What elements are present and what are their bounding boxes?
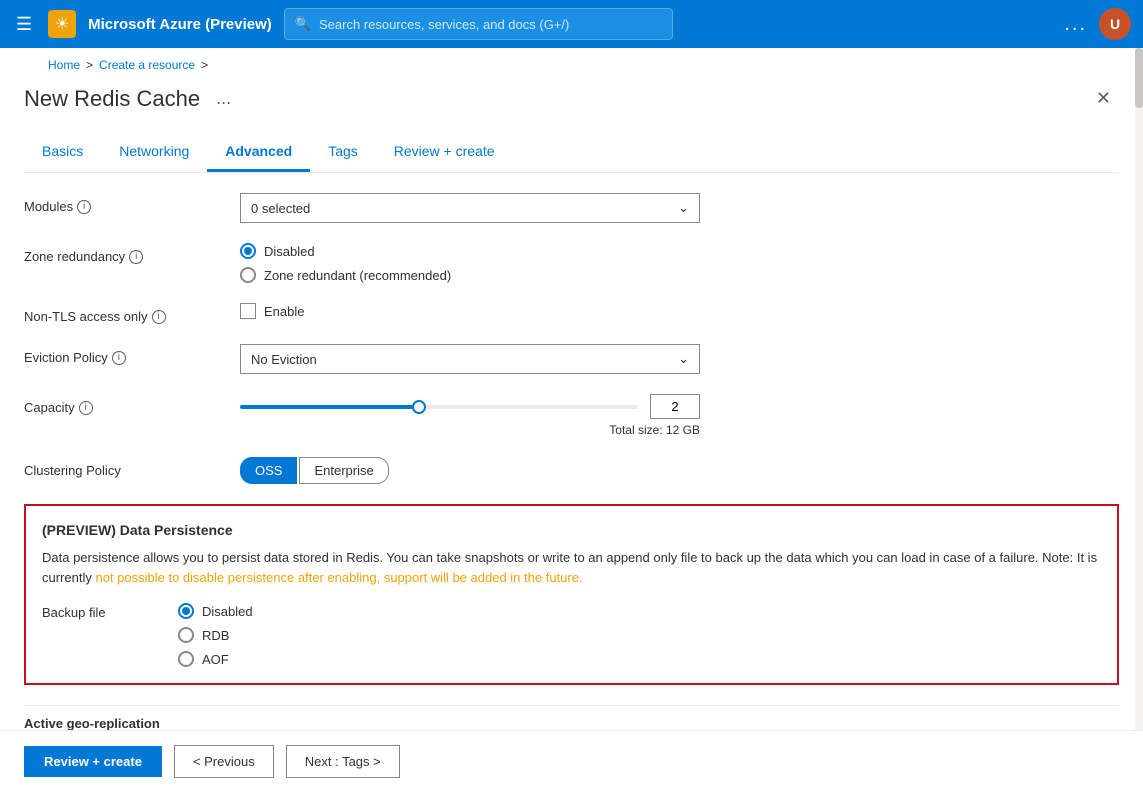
eviction-policy-chevron: ⌄: [678, 351, 689, 367]
non-tls-checkbox-item[interactable]: Enable: [240, 303, 700, 319]
clustering-policy-label: Clustering Policy: [24, 457, 224, 478]
breadcrumb-create-resource[interactable]: Create a resource: [99, 58, 195, 72]
next-button[interactable]: Next : Tags >: [286, 745, 400, 778]
non-tls-control: Enable: [240, 303, 700, 319]
capacity-slider-thumb[interactable]: [412, 400, 426, 414]
page-title: New Redis Cache: [24, 86, 200, 112]
backup-rdb-radio[interactable]: [178, 627, 194, 643]
non-tls-checkbox-label: Enable: [264, 304, 304, 319]
search-icon: 🔍: [295, 16, 311, 32]
action-bar: Review + create < Previous Next : Tags >: [0, 730, 1143, 792]
backup-aof-radio[interactable]: [178, 651, 194, 667]
close-button[interactable]: ✕: [1088, 84, 1119, 113]
backup-rdb-label: RDB: [202, 628, 229, 643]
backup-disabled-label: Disabled: [202, 604, 253, 619]
tabs-container: Basics Networking Advanced Tags Review +…: [24, 133, 1119, 173]
backup-rdb-option[interactable]: RDB: [178, 627, 253, 643]
modules-dropdown-chevron: ⌄: [678, 200, 689, 216]
capacity-slider-track[interactable]: [240, 405, 638, 409]
zone-redundancy-info-icon[interactable]: i: [129, 250, 143, 264]
panel-header: New Redis Cache ... ✕: [24, 76, 1119, 113]
tab-tags[interactable]: Tags: [310, 133, 376, 172]
non-tls-row: Non-TLS access only i Enable: [24, 303, 1119, 324]
zone-redundancy-redundant-option[interactable]: Zone redundant (recommended): [240, 267, 700, 283]
non-tls-info-icon[interactable]: i: [152, 310, 166, 324]
topbar: ☰ ☀ Microsoft Azure (Preview) 🔍 Search r…: [0, 0, 1143, 48]
capacity-value[interactable]: 2: [650, 394, 700, 419]
search-bar[interactable]: 🔍 Search resources, services, and docs (…: [284, 8, 673, 40]
backup-disabled-option[interactable]: Disabled: [178, 603, 253, 619]
more-options-icon[interactable]: ...: [1064, 13, 1087, 36]
zone-redundancy-row: Zone redundancy i Disabled Zone redundan…: [24, 243, 1119, 283]
zone-redundancy-radio-group: Disabled Zone redundant (recommended): [240, 243, 700, 283]
backup-file-label: Backup file: [42, 603, 162, 667]
non-tls-label: Non-TLS access only i: [24, 303, 224, 324]
eviction-policy-value: No Eviction: [251, 352, 317, 367]
modules-value: 0 selected: [251, 201, 310, 216]
panel-options-icon[interactable]: ...: [216, 88, 231, 109]
capacity-slider-fill: [240, 405, 419, 409]
scrollbar-thumb[interactable]: [1135, 48, 1143, 108]
zone-redundancy-redundant-radio[interactable]: [240, 267, 256, 283]
non-tls-checkbox[interactable]: [240, 303, 256, 319]
clustering-oss-button[interactable]: OSS: [240, 457, 297, 484]
azure-logo-icon: ☀: [48, 10, 76, 38]
eviction-policy-row: Eviction Policy i No Eviction ⌄: [24, 344, 1119, 374]
capacity-label: Capacity i: [24, 394, 224, 415]
zone-redundancy-disabled-option[interactable]: Disabled: [240, 243, 700, 259]
review-create-button[interactable]: Review + create: [24, 746, 162, 777]
eviction-policy-label: Eviction Policy i: [24, 344, 224, 365]
backup-file-row: Backup file Disabled RDB AOF: [42, 603, 1101, 667]
app-title: Microsoft Azure (Preview): [88, 16, 272, 33]
breadcrumb: Home > Create a resource >: [24, 48, 1119, 76]
modules-info-icon[interactable]: i: [77, 200, 91, 214]
avatar[interactable]: U: [1099, 8, 1131, 40]
capacity-total-size: Total size: 12 GB: [240, 423, 700, 437]
clustering-policy-row: Clustering Policy OSS Enterprise: [24, 457, 1119, 484]
eviction-policy-info-icon[interactable]: i: [112, 351, 126, 365]
data-persistence-box: (PREVIEW) Data Persistence Data persiste…: [24, 504, 1119, 685]
tab-review-create[interactable]: Review + create: [376, 133, 513, 172]
breadcrumb-sep2: >: [201, 58, 208, 72]
backup-disabled-radio[interactable]: [178, 603, 194, 619]
modules-dropdown[interactable]: 0 selected ⌄: [240, 193, 700, 223]
persistence-title: (PREVIEW) Data Persistence: [42, 522, 1101, 538]
breadcrumb-sep1: >: [86, 58, 93, 72]
zone-redundancy-disabled-radio[interactable]: [240, 243, 256, 259]
capacity-info-icon[interactable]: i: [79, 401, 93, 415]
persistence-desc-highlight: not possible to disable persistence afte…: [95, 570, 582, 585]
zone-redundancy-redundant-label: Zone redundant (recommended): [264, 268, 451, 283]
persistence-description: Data persistence allows you to persist d…: [42, 548, 1101, 587]
capacity-row: Capacity i 2 Total size: 12 GB: [24, 394, 1119, 437]
zone-redundancy-label: Zone redundancy i: [24, 243, 224, 264]
capacity-control: 2 Total size: 12 GB: [240, 394, 700, 437]
previous-button[interactable]: < Previous: [174, 745, 274, 778]
search-placeholder: Search resources, services, and docs (G+…: [319, 17, 569, 32]
scrollbar-track[interactable]: [1135, 48, 1143, 792]
geo-replication-label: Active geo-replication: [24, 716, 160, 731]
clustering-policy-toggle: OSS Enterprise: [240, 457, 700, 484]
backup-aof-label: AOF: [202, 652, 229, 667]
eviction-policy-dropdown[interactable]: No Eviction ⌄: [240, 344, 700, 374]
tab-advanced[interactable]: Advanced: [207, 133, 310, 172]
main-panel: Home > Create a resource > New Redis Cac…: [0, 48, 1143, 792]
modules-control: 0 selected ⌄: [240, 193, 700, 223]
modules-label: Modules i: [24, 193, 224, 214]
zone-redundancy-control: Disabled Zone redundant (recommended): [240, 243, 700, 283]
form-area: Modules i 0 selected ⌄ Zone redundancy i: [24, 173, 1119, 761]
hamburger-icon[interactable]: ☰: [12, 10, 36, 39]
tab-basics[interactable]: Basics: [24, 133, 101, 172]
zone-redundancy-disabled-label: Disabled: [264, 244, 315, 259]
backup-file-radio-group: Disabled RDB AOF: [178, 603, 253, 667]
modules-row: Modules i 0 selected ⌄: [24, 193, 1119, 223]
clustering-policy-control: OSS Enterprise: [240, 457, 700, 484]
backup-aof-option[interactable]: AOF: [178, 651, 253, 667]
capacity-slider-container: 2: [240, 394, 700, 419]
tab-networking[interactable]: Networking: [101, 133, 207, 172]
breadcrumb-home[interactable]: Home: [48, 58, 80, 72]
eviction-policy-control: No Eviction ⌄: [240, 344, 700, 374]
clustering-enterprise-button[interactable]: Enterprise: [299, 457, 388, 484]
